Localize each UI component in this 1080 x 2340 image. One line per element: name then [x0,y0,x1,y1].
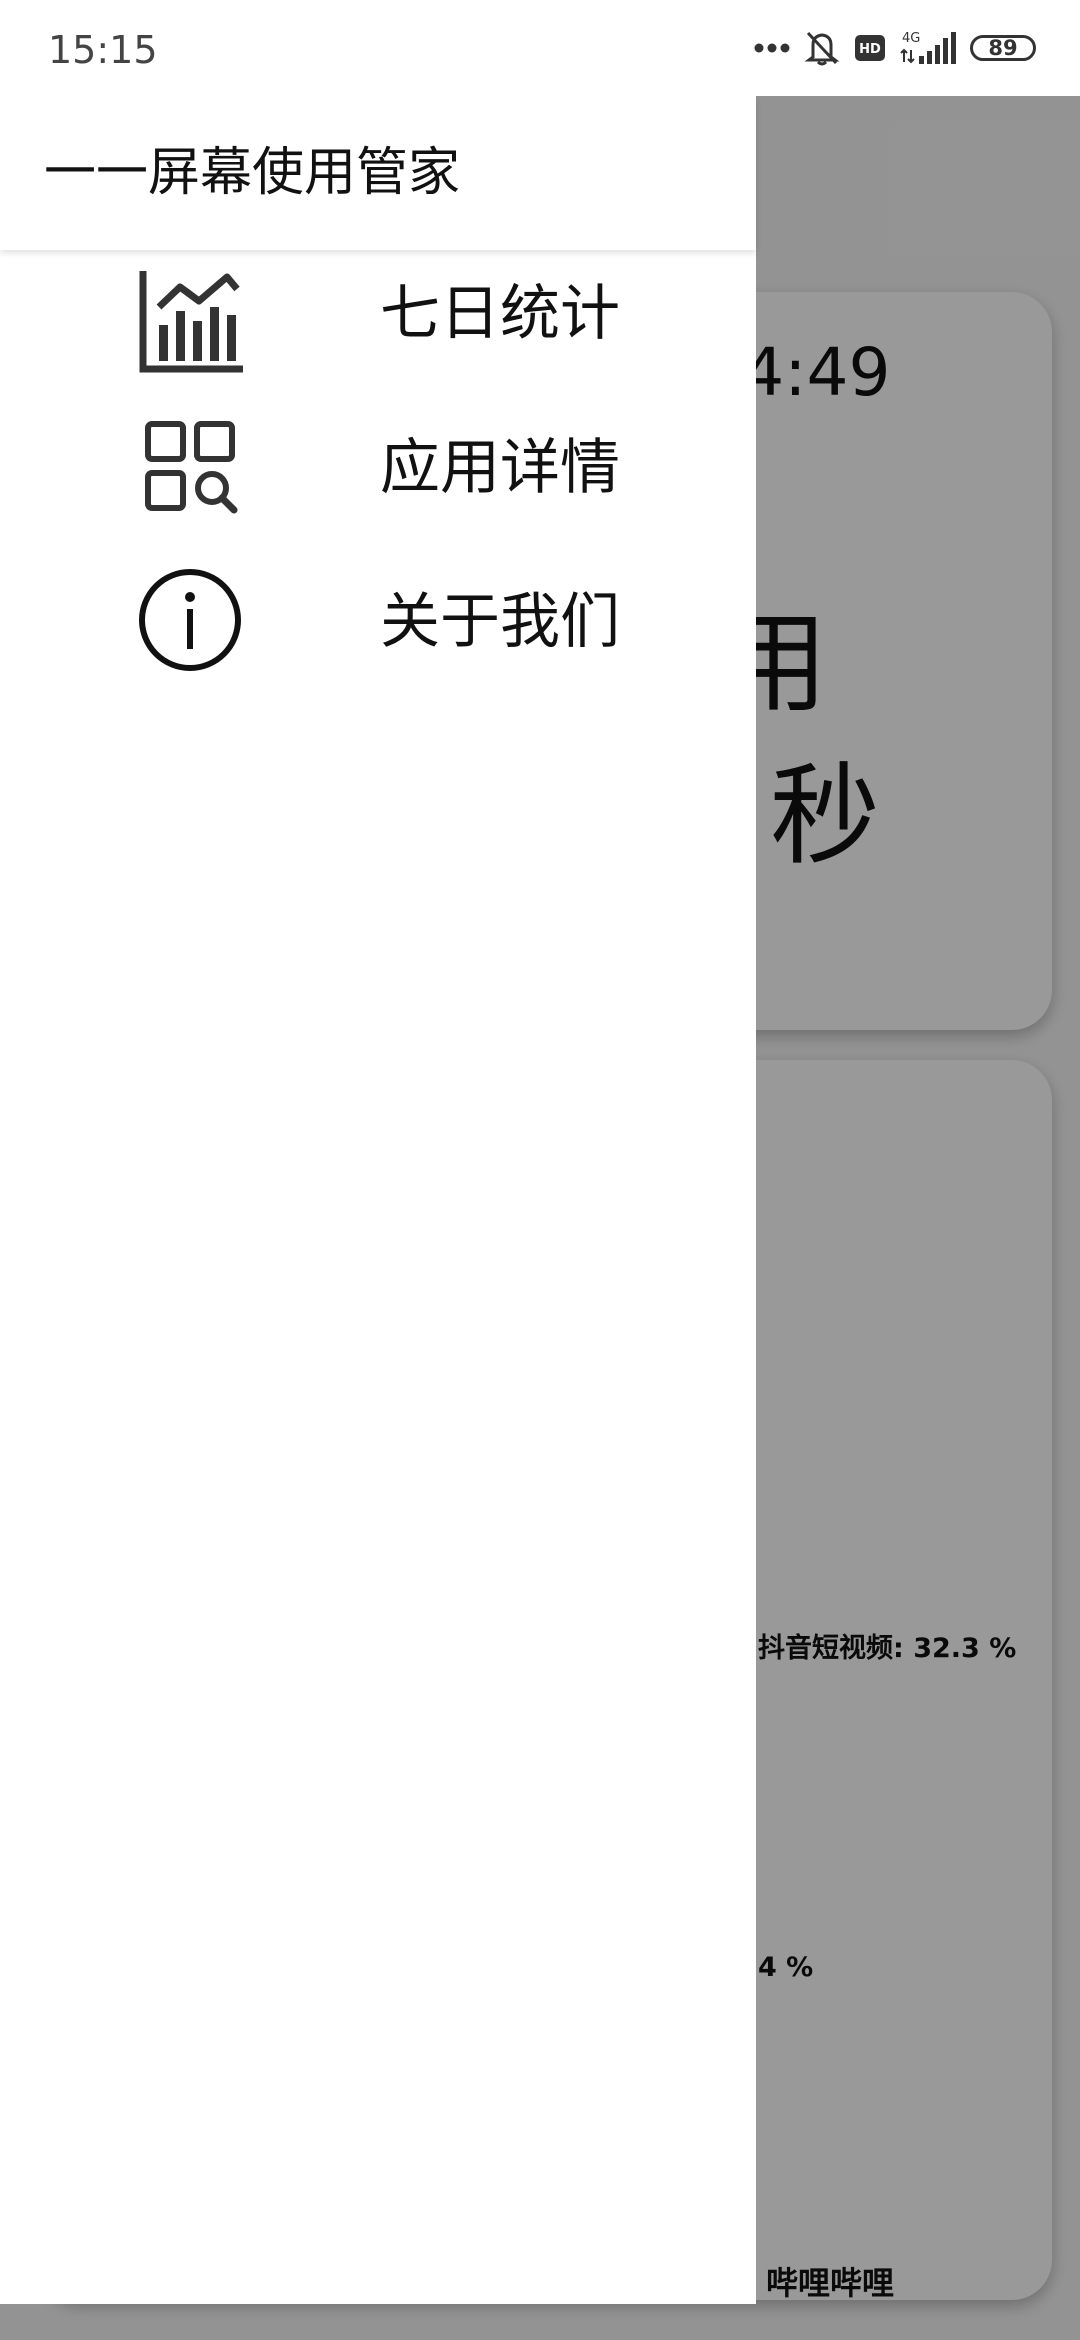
hd-icon: HD [855,35,885,61]
navigation-drawer: 一一屏幕使用管家 七日统计 应用详情 关于我们 [0,96,756,2304]
info-icon [130,560,250,680]
network-label: 4G [902,31,920,46]
menu-item-label: 七日统计 [380,279,620,349]
more-dots-icon [754,43,790,53]
menu-item-seven-day-stats[interactable]: 七日统计 [0,256,756,410]
hd-label: HD [859,42,881,57]
status-bar: 15:15 HD 4G 89 [0,0,1080,96]
menu-item-app-details[interactable]: 应用详情 [0,410,756,564]
status-icons: HD 4G 89 [754,28,1036,68]
drawer-header: 一一屏幕使用管家 [0,96,756,250]
battery-level: 89 [988,36,1018,60]
drawer-menu: 七日统计 应用详情 关于我们 [0,256,756,718]
menu-item-label: 应用详情 [380,433,620,503]
signal-4g-icon: 4G [900,31,956,64]
bar-chart-icon [130,262,250,382]
menu-item-label: 关于我们 [380,587,620,657]
status-time: 15:15 [48,28,158,72]
notifications-off-icon [804,31,840,66]
menu-item-about-us[interactable]: 关于我们 [0,564,756,718]
battery-icon: 89 [970,35,1036,61]
apps-search-icon [130,406,250,526]
drawer-title: 一一屏幕使用管家 [44,143,461,203]
